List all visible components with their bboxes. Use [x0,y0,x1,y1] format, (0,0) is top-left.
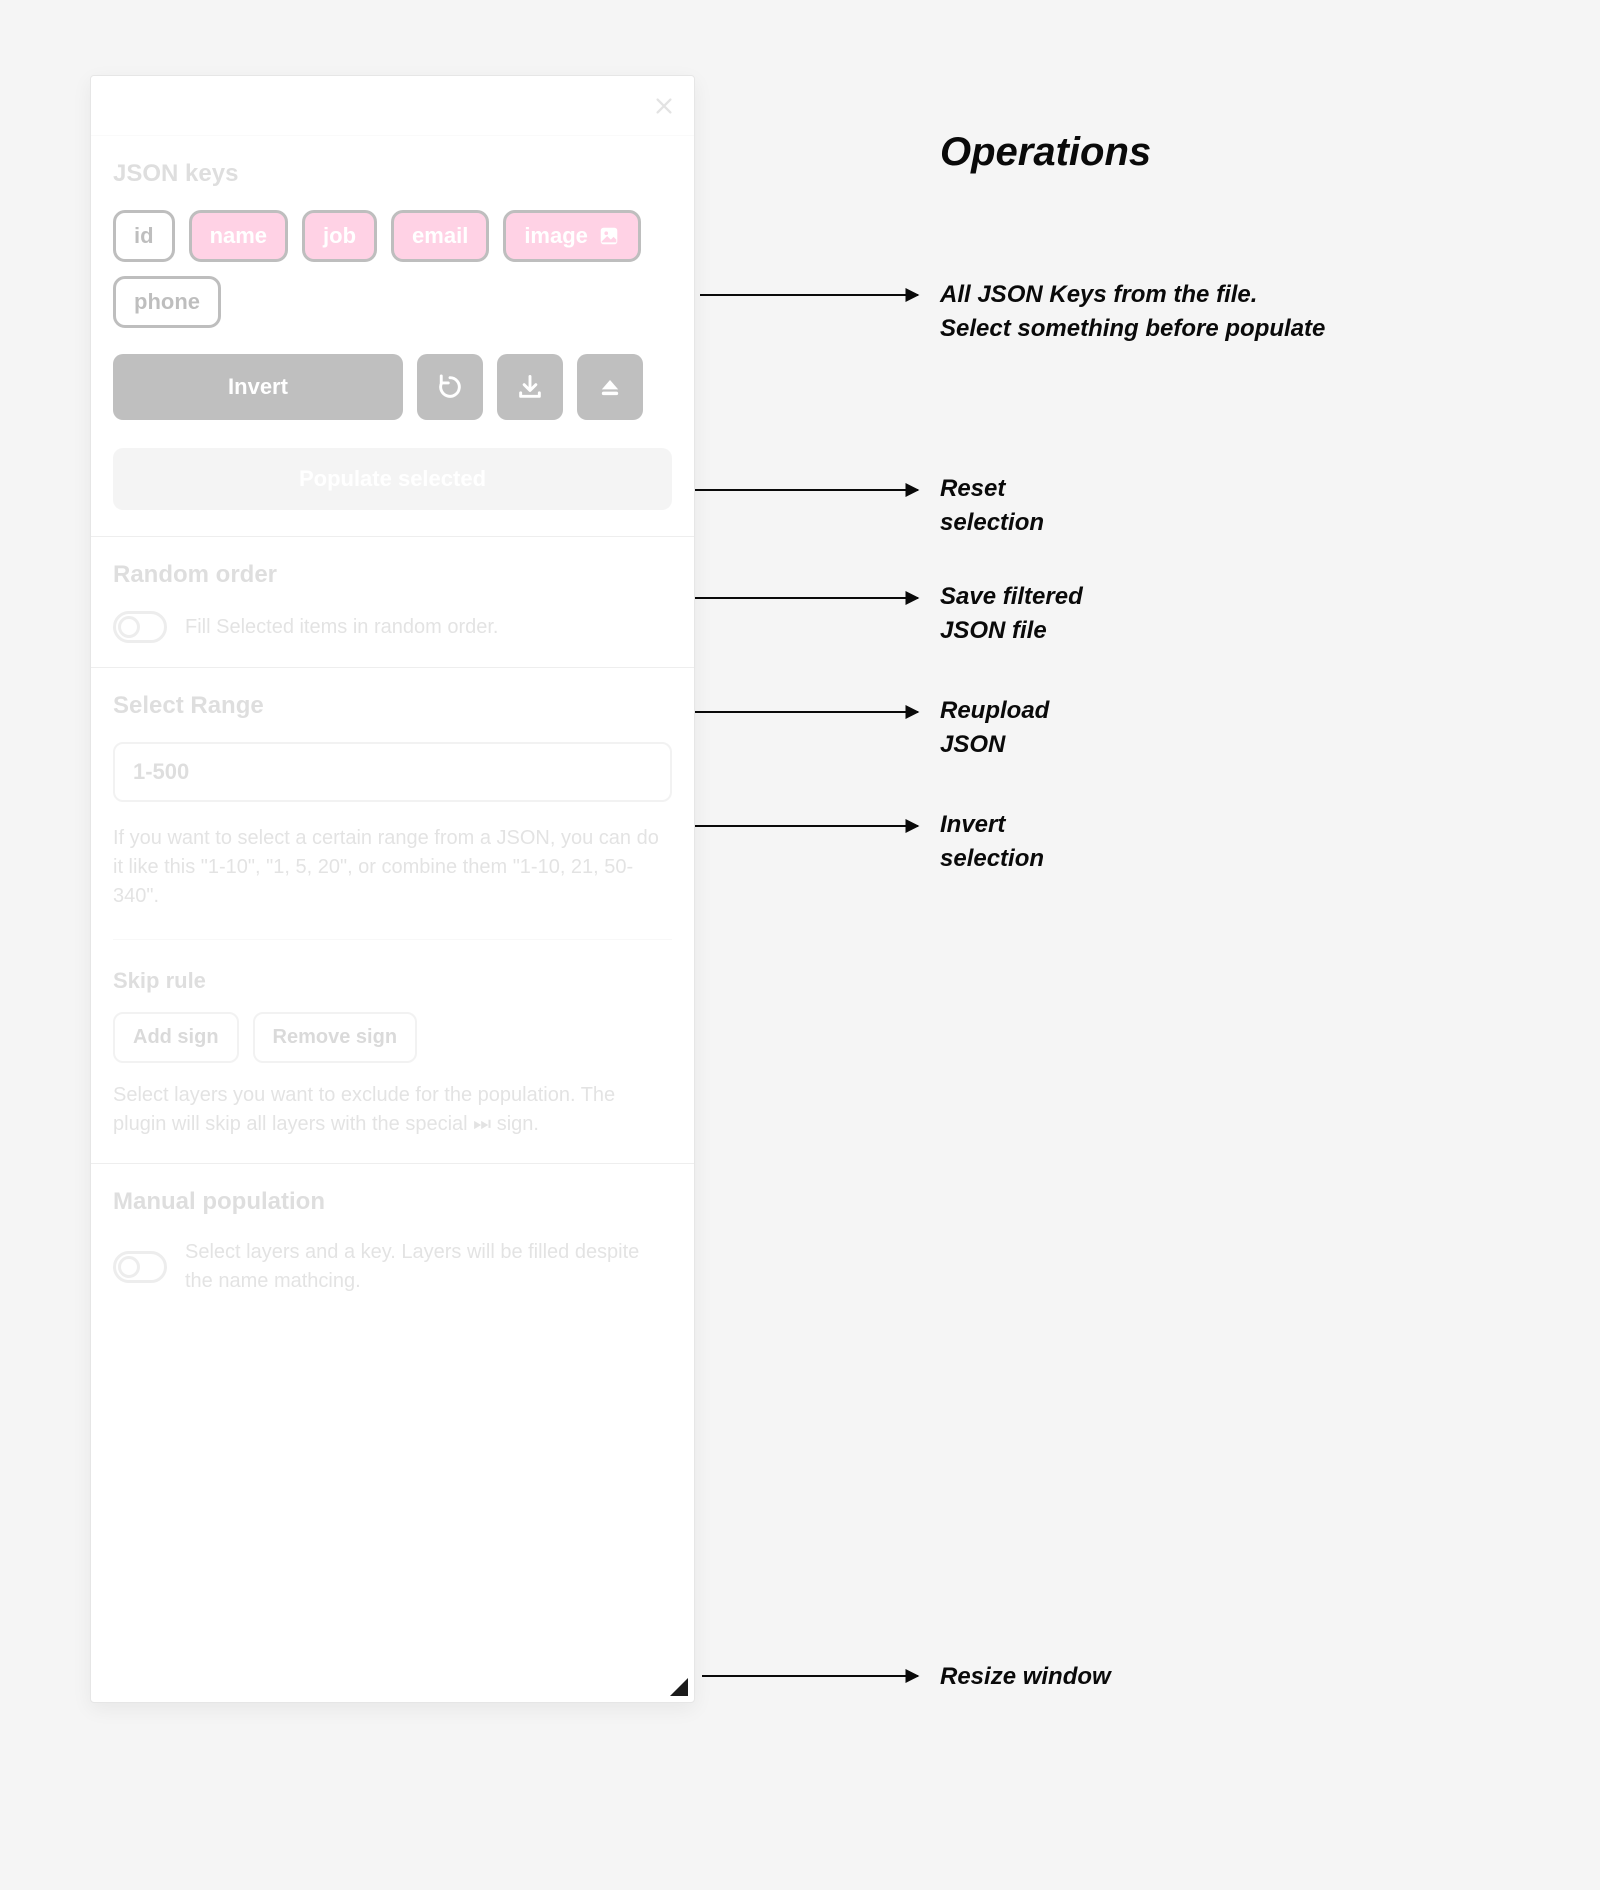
skip-rule-desc: Select layers you want to exclude for th… [113,1081,672,1139]
chip-image-label: image [524,223,588,249]
annotation-save: Save filtered JSON file [940,580,1083,647]
random-order-toggle[interactable] [113,611,167,643]
chip-id[interactable]: id [113,210,175,262]
manual-population-desc: Select layers and a key. Layers will be … [185,1238,672,1296]
resize-handle[interactable] [670,1678,688,1696]
reset-selection-button[interactable] [577,354,643,420]
select-range-input[interactable] [113,742,672,802]
remove-sign-button[interactable]: Remove sign [253,1012,417,1063]
close-icon[interactable] [650,92,678,120]
operations-row: Invert [113,354,672,420]
chip-email[interactable]: email [391,210,489,262]
divider [113,939,672,940]
save-json-button[interactable] [497,354,563,420]
random-order-desc: Fill Selected items in random order. [185,613,498,642]
populate-selected-button[interactable]: Populate selected [113,448,672,510]
eject-icon [596,373,624,401]
download-icon [516,373,544,401]
diagram-title: Operations [940,130,1151,175]
panel-titlebar [91,76,694,136]
invert-button[interactable]: Invert [113,354,403,420]
reupload-button[interactable] [417,354,483,420]
image-icon [598,225,620,247]
skip-rule-heading: Skip rule [113,968,672,994]
annotation-invert: Invert selection [940,808,1044,875]
chip-image[interactable]: image [503,210,641,262]
plugin-panel: JSON keys id name job email image phone … [90,75,695,1703]
chip-job[interactable]: job [302,210,377,262]
add-sign-button[interactable]: Add sign [113,1012,239,1063]
select-range-heading: Select Range [113,692,672,720]
random-order-heading: Random order [113,561,672,589]
annotation-reset: Reset selection [940,472,1044,539]
json-keys-heading: JSON keys [113,160,672,188]
annotation-reupload: Reupload JSON [940,694,1049,761]
annotation-keys: All JSON Keys from the file. Select some… [940,278,1325,345]
manual-population-toggle[interactable] [113,1251,167,1283]
chip-phone[interactable]: phone [113,276,221,328]
annotation-resize: Resize window [940,1660,1111,1694]
reload-icon [436,373,464,401]
json-key-chips: id name job email image phone [113,210,672,328]
chip-name[interactable]: name [189,210,288,262]
select-range-desc: If you want to select a certain range fr… [113,824,672,911]
manual-population-heading: Manual population [113,1188,672,1216]
